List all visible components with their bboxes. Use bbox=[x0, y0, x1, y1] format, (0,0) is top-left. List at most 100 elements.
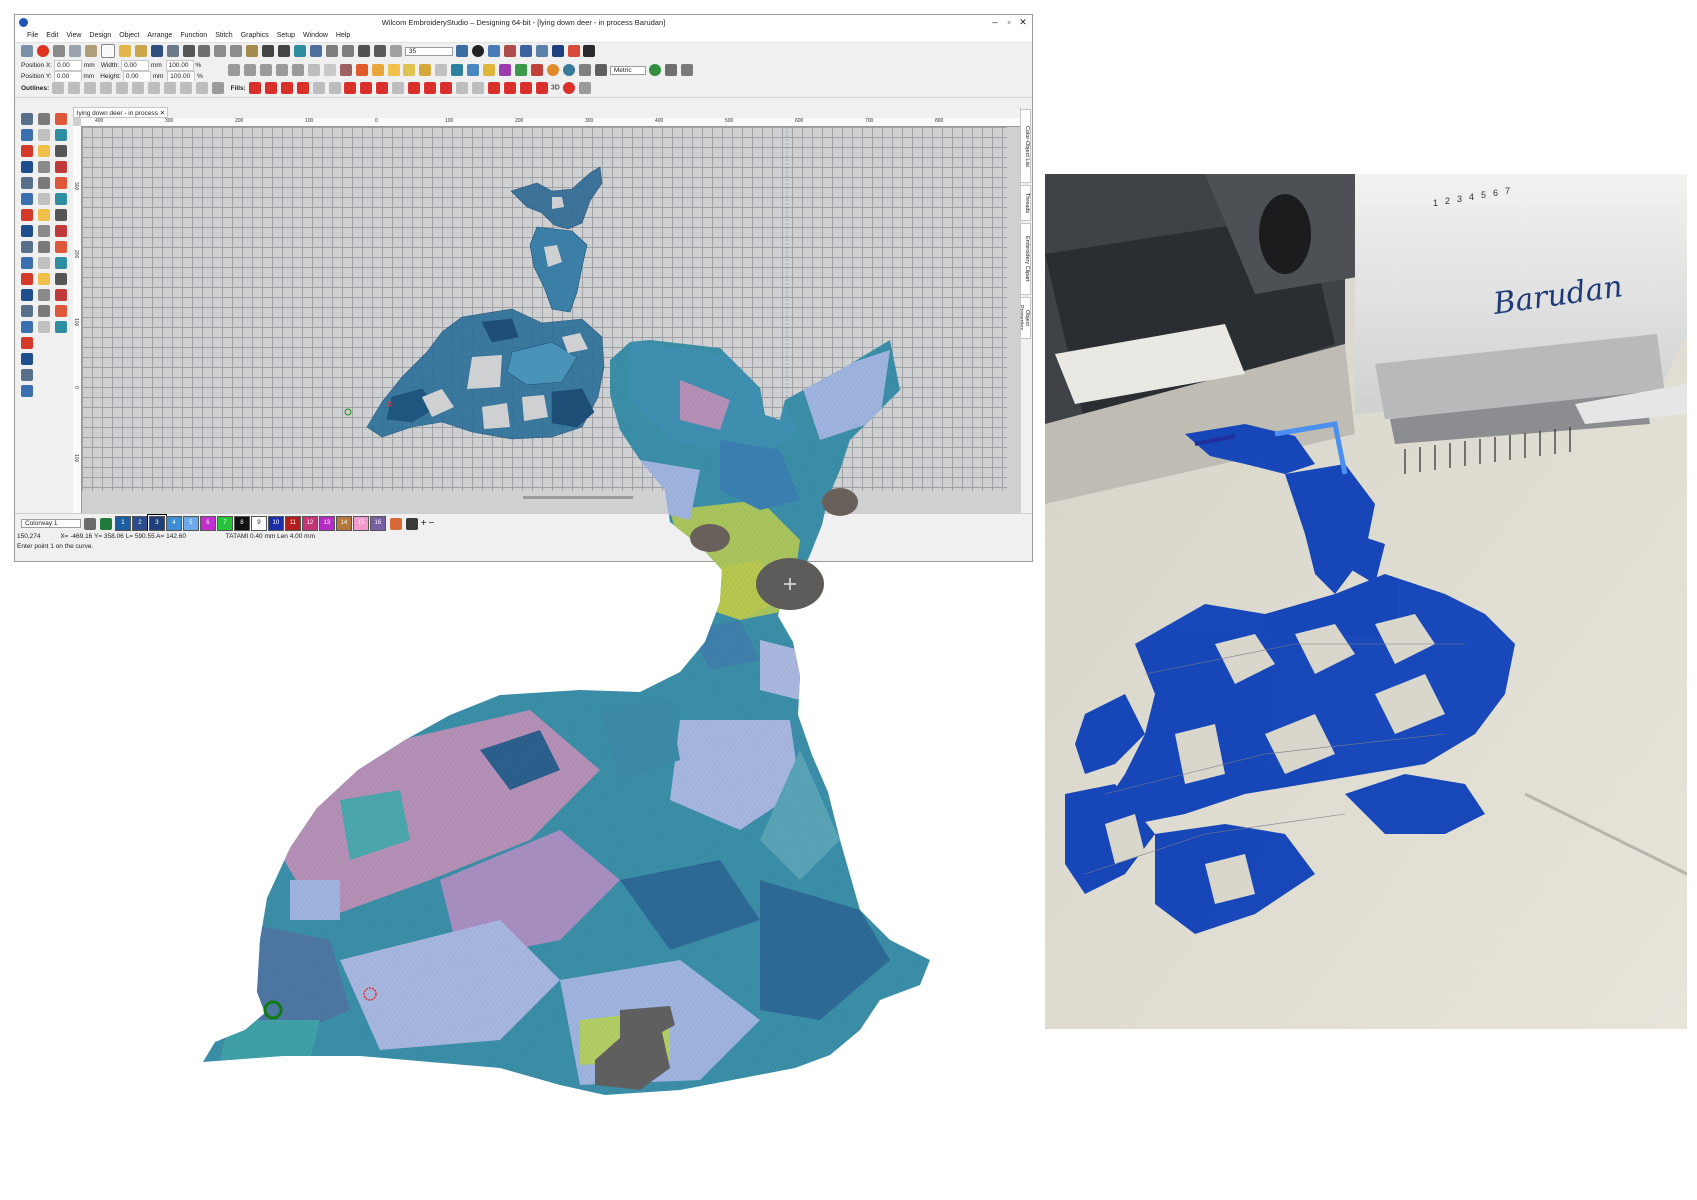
ellipse-tool-icon[interactable] bbox=[55, 257, 67, 269]
menu-edit[interactable]: Edit bbox=[42, 31, 62, 40]
menu-object[interactable]: Object bbox=[115, 31, 143, 40]
fill-satin-icon[interactable] bbox=[248, 82, 261, 94]
align-left-icon[interactable] bbox=[228, 64, 240, 76]
fill-turning-icon[interactable] bbox=[456, 82, 469, 94]
tab-color-object-list[interactable]: Color-Object List bbox=[1020, 109, 1031, 183]
select-tool-icon[interactable] bbox=[21, 113, 33, 125]
fill-spiral-icon[interactable] bbox=[519, 82, 532, 94]
reshape-tool-icon[interactable] bbox=[38, 177, 50, 189]
skew-icon[interactable] bbox=[307, 64, 320, 76]
film-icon[interactable] bbox=[583, 45, 596, 57]
fill-split-icon[interactable] bbox=[264, 82, 277, 94]
fill-3d-icon[interactable] bbox=[562, 82, 575, 94]
rotate-icon[interactable] bbox=[291, 64, 304, 76]
menu-help[interactable]: Help bbox=[332, 31, 354, 40]
applique-tool-icon[interactable] bbox=[55, 161, 67, 173]
settings-icon[interactable] bbox=[680, 64, 693, 76]
outline-run-icon[interactable] bbox=[52, 82, 65, 94]
reshape-icon[interactable] bbox=[339, 64, 352, 76]
fill-program-icon[interactable] bbox=[328, 82, 341, 94]
knife-tool-icon[interactable] bbox=[55, 305, 67, 317]
save-icon[interactable] bbox=[150, 45, 163, 57]
select-tool-icon[interactable] bbox=[21, 305, 33, 317]
outline-satin-icon[interactable] bbox=[84, 82, 97, 94]
contour-icon[interactable] bbox=[403, 64, 416, 76]
arc-icon[interactable] bbox=[664, 64, 677, 76]
ellipse-tool-icon[interactable] bbox=[55, 321, 67, 333]
grid-icon[interactable] bbox=[551, 45, 564, 57]
width-field[interactable]: Width: 0.00 mm 100.00 % bbox=[101, 60, 201, 71]
menu-arrange[interactable]: Arrange bbox=[143, 31, 176, 40]
text-tool-icon[interactable] bbox=[21, 321, 33, 333]
menu-file[interactable]: File bbox=[23, 31, 42, 40]
knife-tool-icon[interactable] bbox=[55, 113, 67, 125]
reshape-tool-icon[interactable] bbox=[38, 113, 50, 125]
photo-stitch-icon[interactable] bbox=[467, 64, 480, 76]
show-objects-icon[interactable] bbox=[389, 45, 402, 57]
undo-icon[interactable] bbox=[262, 45, 275, 57]
position-x-value[interactable]: 0.00 bbox=[54, 60, 83, 71]
close-button[interactable]: ✕ bbox=[1016, 17, 1030, 28]
grid-view-icon[interactable] bbox=[594, 64, 607, 76]
monogram-tool-icon[interactable] bbox=[21, 289, 33, 301]
menu-graphics[interactable]: Graphics bbox=[237, 31, 273, 40]
fill-pattern-icon[interactable] bbox=[312, 82, 325, 94]
minimize-button[interactable]: – bbox=[988, 17, 1002, 27]
outline-backstitch-icon[interactable] bbox=[115, 82, 128, 94]
stitch-sequence-icon[interactable] bbox=[342, 45, 355, 57]
eyedropper-tool-icon[interactable] bbox=[55, 273, 67, 285]
rectangle-tool-icon[interactable] bbox=[38, 193, 50, 205]
tab-embroidery-clipart[interactable]: Embroidery Clipart bbox=[1020, 223, 1031, 295]
show-stitches-icon[interactable] bbox=[373, 45, 386, 57]
fill-flexi-icon[interactable] bbox=[344, 82, 357, 94]
thread-chart-icon[interactable] bbox=[83, 517, 96, 530]
fill-sculpture-icon[interactable] bbox=[472, 82, 485, 94]
branch-tool-icon[interactable] bbox=[21, 145, 33, 157]
design-icon[interactable] bbox=[68, 45, 81, 57]
redo-icon[interactable] bbox=[278, 45, 291, 57]
outline-sculpture-icon[interactable] bbox=[195, 82, 208, 94]
color-film-icon[interactable] bbox=[503, 45, 516, 57]
zoom-select[interactable]: 35 bbox=[404, 46, 453, 56]
print-preview-icon[interactable] bbox=[198, 45, 211, 57]
tshirt-color-icon[interactable] bbox=[99, 517, 112, 530]
rectangle-tool-icon[interactable] bbox=[38, 257, 50, 269]
branch-tool-icon[interactable] bbox=[21, 273, 33, 285]
outline-raised-icon[interactable] bbox=[163, 82, 176, 94]
fill-stipple-icon[interactable] bbox=[296, 82, 309, 94]
slow-redraw-icon[interactable] bbox=[326, 45, 339, 57]
ellipse-tool-icon[interactable] bbox=[55, 193, 67, 205]
eyedropper-tool-icon[interactable] bbox=[55, 145, 67, 157]
document-tab[interactable]: lying down deer - in process ✕ bbox=[73, 107, 168, 118]
print-icon[interactable] bbox=[182, 45, 195, 57]
color-swatch[interactable]: 1 bbox=[114, 516, 131, 531]
open-folder-icon[interactable] bbox=[118, 45, 131, 57]
reshape-tool-icon[interactable] bbox=[38, 241, 50, 253]
fill-carving-icon[interactable] bbox=[535, 82, 548, 94]
outline-bean-icon[interactable] bbox=[211, 82, 224, 94]
outline-stemstitch-icon[interactable] bbox=[131, 82, 144, 94]
stamp-icon[interactable] bbox=[567, 45, 580, 57]
align-right-icon[interactable] bbox=[259, 64, 272, 76]
colorway-select[interactable]: Colorway 1 bbox=[21, 519, 81, 528]
text-tool-icon[interactable] bbox=[21, 385, 33, 397]
menu-view[interactable]: View bbox=[62, 31, 85, 40]
fill-tatami-icon[interactable] bbox=[280, 82, 293, 94]
paste-icon[interactable] bbox=[246, 45, 259, 57]
hoop-icon[interactable] bbox=[52, 45, 65, 57]
outline-icicle-icon[interactable] bbox=[179, 82, 192, 94]
color-swatch[interactable]: 5 bbox=[182, 516, 199, 531]
trace-tool-icon[interactable] bbox=[38, 289, 50, 301]
maximize-button[interactable]: ▫ bbox=[1002, 17, 1016, 27]
motif-icon[interactable] bbox=[419, 64, 432, 76]
color-swatch[interactable]: 2 bbox=[131, 516, 148, 531]
library-icon[interactable] bbox=[84, 45, 97, 57]
fill-chenille-icon[interactable] bbox=[578, 82, 591, 94]
green-dot-icon[interactable] bbox=[648, 64, 661, 76]
travel-icon[interactable] bbox=[310, 45, 323, 57]
globe-icon[interactable] bbox=[547, 64, 560, 76]
fill-wave-icon[interactable] bbox=[376, 82, 389, 94]
3d-label[interactable]: 3D bbox=[551, 85, 560, 92]
trace-tool-icon[interactable] bbox=[38, 161, 50, 173]
scale-width-value[interactable]: 100.00 bbox=[165, 60, 194, 71]
